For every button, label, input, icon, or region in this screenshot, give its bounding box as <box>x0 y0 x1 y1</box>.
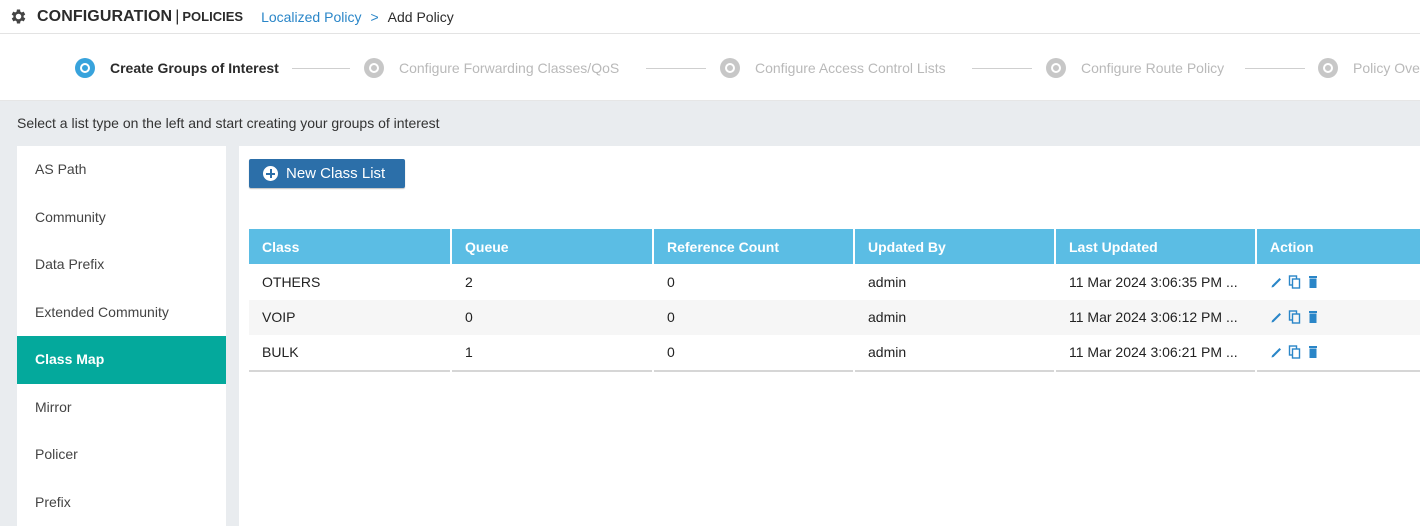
cell-actions <box>1256 335 1420 371</box>
table-row: VOIP 0 0 admin 11 Mar 2024 3:06:12 PM ..… <box>249 299 1420 335</box>
cell-updated-by: admin <box>854 299 1056 335</box>
cell-last-updated: 11 Mar 2024 3:06:35 PM ... <box>1055 264 1257 300</box>
cell-class: OTHERS <box>249 264 452 300</box>
step-forwarding-classes[interactable]: Configure Forwarding Classes/QoS <box>364 58 619 78</box>
cell-updated-by: admin <box>854 335 1056 371</box>
cell-class: BULK <box>249 335 452 371</box>
cell-queue: 0 <box>451 299 654 335</box>
column-header-reference-count[interactable]: Reference Count <box>653 229 855 264</box>
sidebar-item-community[interactable]: Community <box>17 194 226 242</box>
breadcrumb-arrow: > <box>370 8 379 25</box>
step-active-icon <box>75 58 95 78</box>
page-subtitle: POLICIES <box>182 9 244 24</box>
sidebar-item-data-prefix[interactable]: Data Prefix <box>17 241 226 289</box>
plus-circle-icon <box>263 166 278 181</box>
sidebar-item-class-map[interactable]: Class Map <box>17 336 226 384</box>
delete-icon[interactable] <box>1306 310 1320 324</box>
page-title: CONFIGURATION <box>37 7 173 25</box>
new-class-list-label: New Class List <box>286 165 386 182</box>
step-pending-icon <box>1046 58 1066 78</box>
table-row: BULK 1 0 admin 11 Mar 2024 3:06:21 PM ..… <box>249 335 1420 371</box>
breadcrumb-localized-policy[interactable]: Localized Policy <box>261 9 361 25</box>
step-label: Configure Forwarding Classes/QoS <box>399 60 620 76</box>
step-pending-icon <box>1318 58 1338 78</box>
step-pending-icon <box>720 58 740 78</box>
top-header: CONFIGURATION | POLICIES Localized Polic… <box>0 0 1420 34</box>
new-class-list-button[interactable]: New Class List <box>249 159 405 188</box>
cell-updated-by: admin <box>854 264 1056 300</box>
wizard-steps: Create Groups of Interest Configure Forw… <box>0 34 1420 101</box>
step-label: Configure Access Control Lists <box>755 60 946 76</box>
step-create-groups[interactable]: Create Groups of Interest <box>75 58 279 78</box>
copy-icon[interactable] <box>1288 345 1302 359</box>
delete-icon[interactable] <box>1306 345 1320 359</box>
sidebar-item-as-path[interactable]: AS Path <box>17 146 226 194</box>
delete-icon[interactable] <box>1306 275 1320 289</box>
step-policy-overview[interactable]: Policy Ove <box>1318 58 1420 78</box>
step-pending-icon <box>364 58 384 78</box>
cell-queue: 1 <box>451 335 654 371</box>
step-connector <box>1245 68 1305 69</box>
cell-last-updated: 11 Mar 2024 3:06:12 PM ... <box>1055 299 1257 335</box>
cell-class: VOIP <box>249 299 452 335</box>
step-access-control-lists[interactable]: Configure Access Control Lists <box>720 58 946 78</box>
edit-icon[interactable] <box>1270 310 1284 324</box>
cell-queue: 2 <box>451 264 654 300</box>
class-list-panel: New Class List Class Queue Reference Cou… <box>239 146 1420 526</box>
list-type-sidebar: AS Path Community Data Prefix Extended C… <box>17 146 226 526</box>
cell-actions <box>1256 264 1420 300</box>
column-header-class[interactable]: Class <box>249 229 452 264</box>
step-route-policy[interactable]: Configure Route Policy <box>1046 58 1224 78</box>
instruction-text: Select a list type on the left and start… <box>17 115 440 131</box>
sidebar-item-mirror[interactable]: Mirror <box>17 384 226 432</box>
sidebar-item-prefix[interactable]: Prefix <box>17 479 226 526</box>
content-area: Select a list type on the left and start… <box>0 101 1420 526</box>
step-label: Create Groups of Interest <box>110 60 279 76</box>
column-header-updated-by[interactable]: Updated By <box>854 229 1056 264</box>
column-header-last-updated[interactable]: Last Updated <box>1055 229 1257 264</box>
step-label: Configure Route Policy <box>1081 60 1225 76</box>
step-connector <box>292 68 350 69</box>
step-connector <box>646 68 706 69</box>
cell-reference-count: 0 <box>653 264 855 300</box>
cell-reference-count: 0 <box>653 299 855 335</box>
gear-icon <box>11 9 26 24</box>
cell-reference-count: 0 <box>653 335 855 371</box>
column-header-queue[interactable]: Queue <box>451 229 654 264</box>
cell-actions <box>1256 299 1420 335</box>
step-label: Policy Ove <box>1353 60 1420 76</box>
class-list-table: Class Queue Reference Count Updated By L… <box>249 229 1420 372</box>
title-separator: | <box>175 7 180 25</box>
table-row: OTHERS 2 0 admin 11 Mar 2024 3:06:35 PM … <box>249 264 1420 300</box>
edit-icon[interactable] <box>1270 275 1284 289</box>
table-header-row: Class Queue Reference Count Updated By L… <box>249 229 1420 264</box>
cell-last-updated: 11 Mar 2024 3:06:21 PM ... <box>1055 335 1257 371</box>
step-connector <box>972 68 1032 69</box>
edit-icon[interactable] <box>1270 345 1284 359</box>
copy-icon[interactable] <box>1288 310 1302 324</box>
copy-icon[interactable] <box>1288 275 1302 289</box>
breadcrumb-current: Add Policy <box>387 8 454 25</box>
column-header-action: Action <box>1270 238 1314 255</box>
sidebar-item-extended-community[interactable]: Extended Community <box>17 289 226 337</box>
sidebar-item-policer[interactable]: Policer <box>17 431 226 479</box>
